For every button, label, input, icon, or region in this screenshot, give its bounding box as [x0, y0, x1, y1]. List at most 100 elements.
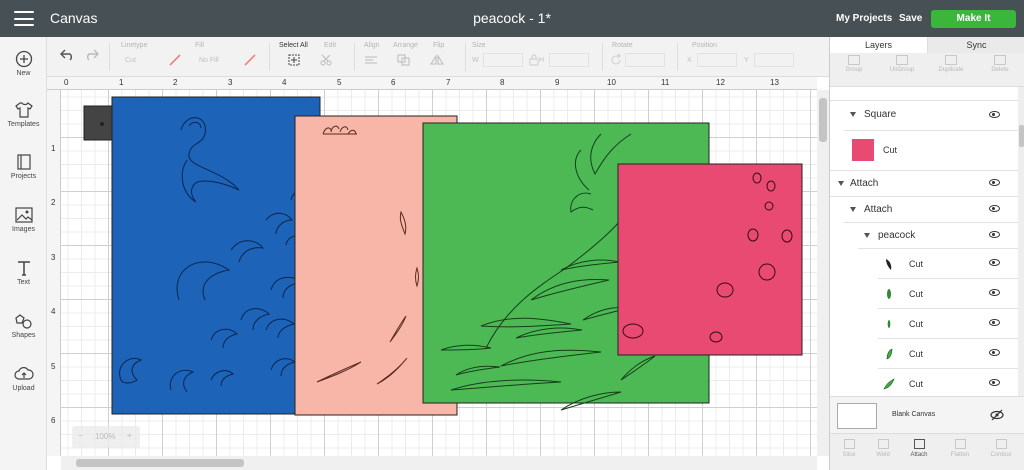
ruler-horizontal: 0 1 2 3 4 5 6 7 8 9 10 11 12 13 [47, 77, 817, 90]
shapes-icon [14, 314, 32, 329]
ungroup-label: UnGroup [889, 67, 915, 73]
layer-row-attach[interactable]: Attach [830, 171, 1018, 197]
eye-icon[interactable] [989, 205, 1000, 212]
eye-icon[interactable] [989, 231, 1000, 238]
ruler-h-7: 7 [446, 78, 451, 87]
edit-label: Edit [324, 42, 337, 49]
size-w-input[interactable] [483, 53, 523, 67]
ruler-h-3: 3 [228, 78, 233, 87]
layer-label: Cut [909, 259, 924, 269]
layer-row-cut-2[interactable]: Cut [878, 279, 1018, 309]
design-canvas[interactable]: − 100% + [61, 90, 817, 456]
tab-layers[interactable]: Layers [830, 37, 927, 53]
bottom-tools: Slice Weld Attach Flatten Contour [830, 433, 1024, 470]
undo-icon[interactable] [60, 47, 76, 61]
linetype-color-icon[interactable] [169, 54, 181, 66]
eye-icon[interactable] [989, 179, 1000, 186]
collapse-arrow-icon[interactable] [850, 112, 856, 117]
flip-icon[interactable] [430, 54, 444, 66]
linetype-select[interactable]: Cut [125, 57, 136, 64]
layer-row-cut-4[interactable]: Cut [878, 339, 1018, 369]
text-icon [17, 261, 30, 276]
image-icon [14, 207, 33, 223]
canvas-horizontal-scrollbar[interactable] [61, 456, 817, 470]
zoom-out-icon[interactable]: − [78, 431, 83, 440]
contour-button[interactable]: Contour [982, 439, 1020, 458]
layer-row-attach-inner[interactable]: Attach [844, 197, 1018, 223]
eye-icon[interactable] [989, 349, 1000, 356]
collapse-arrow-icon[interactable] [838, 181, 844, 186]
nav-text[interactable]: Text [0, 259, 47, 286]
layers-panel: Layers Sync Group UnGroup Duplicate Dele… [829, 37, 1024, 470]
collapse-arrow-icon[interactable] [864, 233, 870, 238]
pink-layer[interactable] [617, 163, 803, 356]
nav-upload[interactable]: Upload [0, 365, 47, 392]
eye-hidden-icon[interactable] [990, 409, 1004, 421]
layer-label: peacock [878, 230, 916, 241]
group-button[interactable]: Group [830, 55, 878, 73]
size-h-input[interactable] [549, 53, 589, 67]
save-button[interactable]: Save [899, 13, 922, 24]
eye-icon[interactable] [989, 319, 1000, 326]
layer-row-peacock[interactable]: peacock [858, 223, 1018, 249]
attach-button[interactable]: Attach [900, 439, 938, 458]
delete-button[interactable]: Delete [976, 55, 1024, 73]
blank-canvas-row[interactable]: Blank Canvas [830, 396, 1024, 434]
flatten-label: Flatten [950, 452, 970, 458]
layer-row-square[interactable]: Square [844, 101, 1018, 131]
slice-button[interactable]: Slice [830, 439, 868, 458]
size-h-label: H [539, 57, 545, 64]
fill-select[interactable]: No Fill [199, 57, 219, 64]
duplicate-button[interactable]: Duplicate [927, 55, 975, 73]
layer-row-cut-5[interactable]: Cut [878, 369, 1018, 399]
nav-projects[interactable]: Projects [0, 153, 47, 180]
size-label: Size [472, 42, 486, 49]
layer-row-square-cut[interactable]: Cut [830, 131, 1018, 171]
canvas-artwork [83, 96, 803, 416]
collapse-arrow-icon[interactable] [850, 207, 856, 212]
blank-canvas-swatch[interactable] [837, 403, 877, 429]
eye-icon[interactable] [989, 289, 1000, 296]
ungroup-button[interactable]: UnGroup [878, 55, 926, 73]
canvas-vertical-scrollbar[interactable] [817, 90, 829, 456]
rotate-input[interactable] [625, 53, 665, 67]
nav-images[interactable]: Images [0, 206, 47, 233]
my-projects-link[interactable]: My Projects [836, 13, 892, 24]
blue-layer[interactable] [111, 96, 321, 415]
layer-row-cut-1[interactable]: Cut [878, 249, 1018, 279]
plus-circle-icon [15, 50, 32, 68]
nav-shapes-label: Shapes [11, 332, 36, 339]
layers-scrollbar[interactable] [1018, 87, 1024, 433]
nav-new-label: New [16, 70, 31, 77]
layer-row-partial[interactable] [830, 87, 1018, 101]
zoom-in-icon[interactable]: + [127, 431, 132, 440]
redo-icon[interactable] [83, 47, 99, 61]
arrange-icon[interactable] [397, 54, 411, 66]
rotate-icon[interactable] [610, 54, 622, 66]
zoom-control[interactable]: − 100% + [72, 426, 140, 448]
eye-icon[interactable] [989, 259, 1000, 266]
position-x-input[interactable] [697, 53, 737, 67]
make-it-button[interactable]: Make It [931, 10, 1016, 28]
align-icon[interactable] [364, 54, 378, 66]
fill-label: Fill [195, 42, 204, 49]
tab-sync[interactable]: Sync [927, 37, 1024, 53]
nav-templates[interactable]: Templates [0, 101, 47, 128]
flatten-button[interactable]: Flatten [941, 439, 979, 458]
position-y-input[interactable] [754, 53, 794, 67]
eye-icon[interactable] [989, 111, 1000, 118]
ruler-h-2: 2 [173, 78, 178, 87]
weld-button[interactable]: Weld [864, 439, 902, 458]
fill-color-icon[interactable] [244, 54, 256, 66]
scissors-icon[interactable] [320, 54, 334, 66]
lock-ratio-icon[interactable] [529, 54, 539, 66]
select-all-icon[interactable] [288, 54, 300, 66]
rotate-label: Rotate [612, 42, 633, 49]
nav-shapes[interactable]: Shapes [0, 312, 47, 339]
layer-swatch [852, 139, 874, 161]
layer-row-cut-3[interactable]: Cut [878, 309, 1018, 339]
hamburger-menu-icon[interactable] [14, 11, 34, 26]
eye-icon[interactable] [989, 379, 1000, 386]
nav-new[interactable]: New [0, 50, 47, 77]
cloud-upload-icon [13, 367, 34, 380]
